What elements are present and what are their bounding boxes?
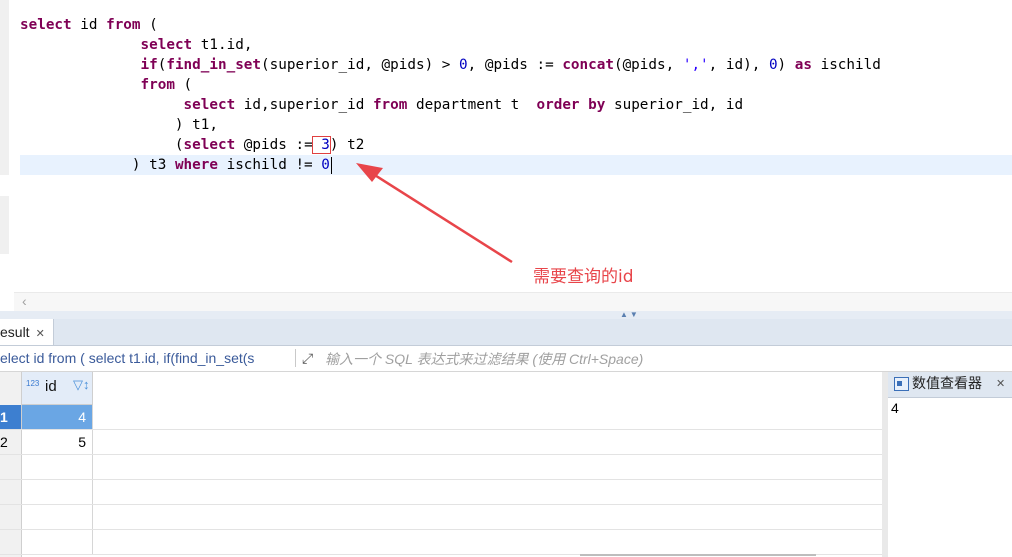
column-name: id <box>45 378 57 395</box>
result-tab-bar: esult ✕ <box>0 319 1012 346</box>
scroll-thumb[interactable] <box>580 554 816 556</box>
filter-input[interactable] <box>325 348 1005 369</box>
row-number: 1 <box>0 405 22 429</box>
row-number: 2 <box>0 430 22 454</box>
filter-sort-icon[interactable]: ▽↕ <box>73 377 90 393</box>
filter-bar: elect id from ( select t1.id, if(find_in… <box>0 346 1012 372</box>
table-row[interactable]: 1 4 <box>0 405 882 430</box>
close-icon[interactable]: ✕ <box>996 372 1005 397</box>
annotation-label: 需要查询的id <box>533 267 634 287</box>
value-viewer-content: 4 <box>891 400 899 416</box>
panel-splitter[interactable]: ▲▼ <box>0 310 1012 319</box>
tab-result-label: esult <box>0 324 30 340</box>
value-viewer-panel: 数值查看器 ✕ 4 <box>888 372 1012 557</box>
results-grid: 123 id ▽↕ 1 4 2 5 <box>0 372 882 557</box>
cell-id[interactable]: 4 <box>22 405 93 429</box>
value-viewer-icon <box>894 377 909 391</box>
scroll-left-icon[interactable]: ‹ <box>22 293 27 310</box>
cell-id[interactable]: 5 <box>22 430 93 454</box>
numeric-type-icon: 123 <box>26 379 40 388</box>
empty-row <box>0 455 882 480</box>
tab-result[interactable]: esult ✕ <box>0 319 54 345</box>
close-icon[interactable]: ✕ <box>36 328 45 340</box>
empty-row <box>0 480 882 505</box>
annotation-arrow <box>356 163 513 264</box>
query-text: elect id from ( select t1.id, if(find_in… <box>0 350 255 366</box>
expand-icon[interactable]: ⤢ <box>302 348 313 368</box>
divider <box>295 349 296 367</box>
value-viewer-title: 数值查看器 <box>912 376 982 392</box>
empty-row <box>0 505 882 530</box>
horizontal-scrollbar[interactable]: ‹ <box>14 292 1012 311</box>
empty-row <box>0 530 882 555</box>
column-header-id[interactable]: 123 id ▽↕ <box>22 372 93 405</box>
table-row[interactable]: 2 5 <box>0 430 882 455</box>
value-viewer-header: 数值查看器 ✕ <box>888 372 1012 398</box>
collapse-arrows-icon[interactable]: ▲▼ <box>620 310 640 319</box>
sql-editor[interactable]: select id from ( select t1.id, if(find_i… <box>0 0 1012 292</box>
